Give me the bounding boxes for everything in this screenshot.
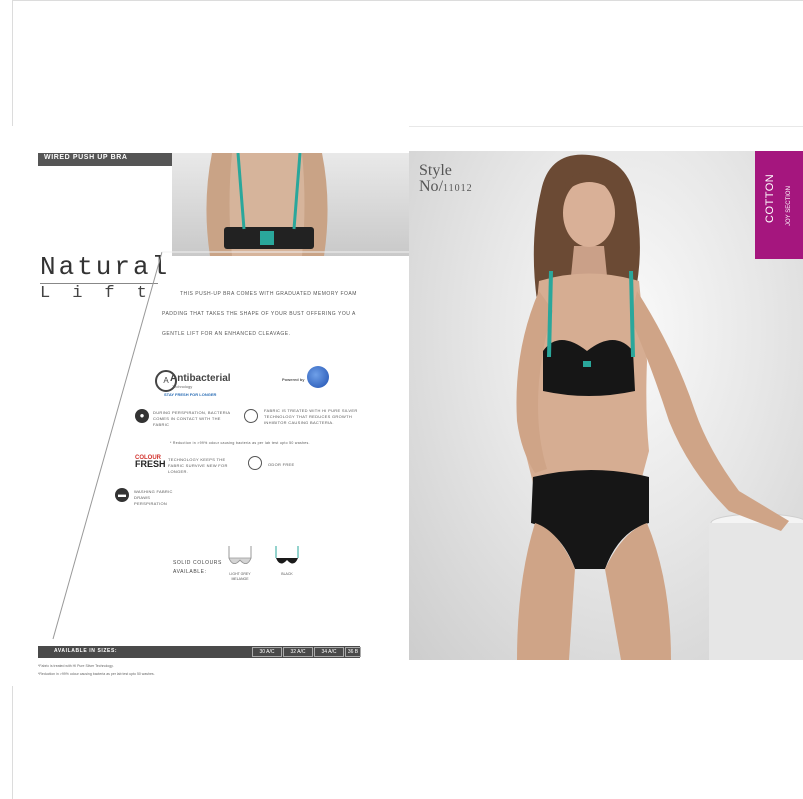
size-option: 34 A/C xyxy=(314,647,344,657)
catalog-spread: WIRED PUSH UP BRA Natural Lift THIS PUSH… xyxy=(12,126,803,686)
black-bra-swatch-icon xyxy=(275,546,299,564)
style-number-label: Style No/11012 xyxy=(419,162,473,195)
note-2: *Reduction in >99% odour causing bacteri… xyxy=(38,672,155,676)
fresh-logo: COLOUR FRESH xyxy=(135,455,166,469)
feature-4: ODOR FREE xyxy=(268,462,295,467)
size-option: 30 A/C xyxy=(252,647,282,657)
size-option: 32 A/C xyxy=(283,647,313,657)
no-bacteria-icon xyxy=(244,409,258,423)
model-photo xyxy=(516,154,803,660)
washing-icon: ▬ xyxy=(115,488,129,502)
antibacterial-title: Antibacterial xyxy=(170,373,231,384)
brand-subtitle: JOY SECTION xyxy=(786,186,792,226)
brand-badge: COTTON JOY SECTION xyxy=(755,151,803,259)
antibacterial-tagline: STAY FRESH FOR LONGER xyxy=(164,392,217,397)
brand-name: COTTON xyxy=(764,173,776,223)
feature-5: WASHING FABRIC DRAWS PERSPIRATION xyxy=(134,489,173,506)
powered-by-label: Powered by xyxy=(282,377,305,382)
left-page: WIRED PUSH UP BRA Natural Lift THIS PUSH… xyxy=(12,126,409,686)
swatch-black-label: BLACK xyxy=(281,572,293,576)
right-page: Style No/11012 COTTON JOY SECTION xyxy=(409,151,803,660)
grey-bra-swatch-icon xyxy=(228,546,252,564)
feature-3: TECHNOLOGY KEEPS THE FABRIC SURVIVE NEW … xyxy=(168,457,228,474)
bacteria-icon: ● xyxy=(135,409,149,423)
sizes-bar: AVAILABLE IN SIZES: 30 A/C 32 A/C 34 A/C… xyxy=(38,646,361,658)
colours-label: SOLID COLOURS AVAILABLE: xyxy=(173,560,222,575)
antibacterial-subtitle: Technology xyxy=(172,384,193,389)
feature-1: DURING PERSPIRATION, BACTERIA COMES IN C… xyxy=(153,410,231,427)
sizes-label: AVAILABLE IN SIZES: xyxy=(54,648,118,654)
fineprint-mid: * Reduction in >99% odour causing bacter… xyxy=(170,441,310,445)
diagonal-divider xyxy=(52,251,409,640)
silver-tech-logo-icon xyxy=(307,366,329,388)
note-1: *Fabric is treated with HI Pure Silver T… xyxy=(38,664,114,668)
top-divider xyxy=(12,0,803,1)
feature-2: FABRIC IS TREATED WITH HI PURE SILVER TE… xyxy=(264,408,358,425)
swatch-grey-label: LIGHT GREY MELANGE xyxy=(229,572,251,581)
odor-free-icon xyxy=(248,456,262,470)
size-option: 36 B xyxy=(345,647,361,657)
